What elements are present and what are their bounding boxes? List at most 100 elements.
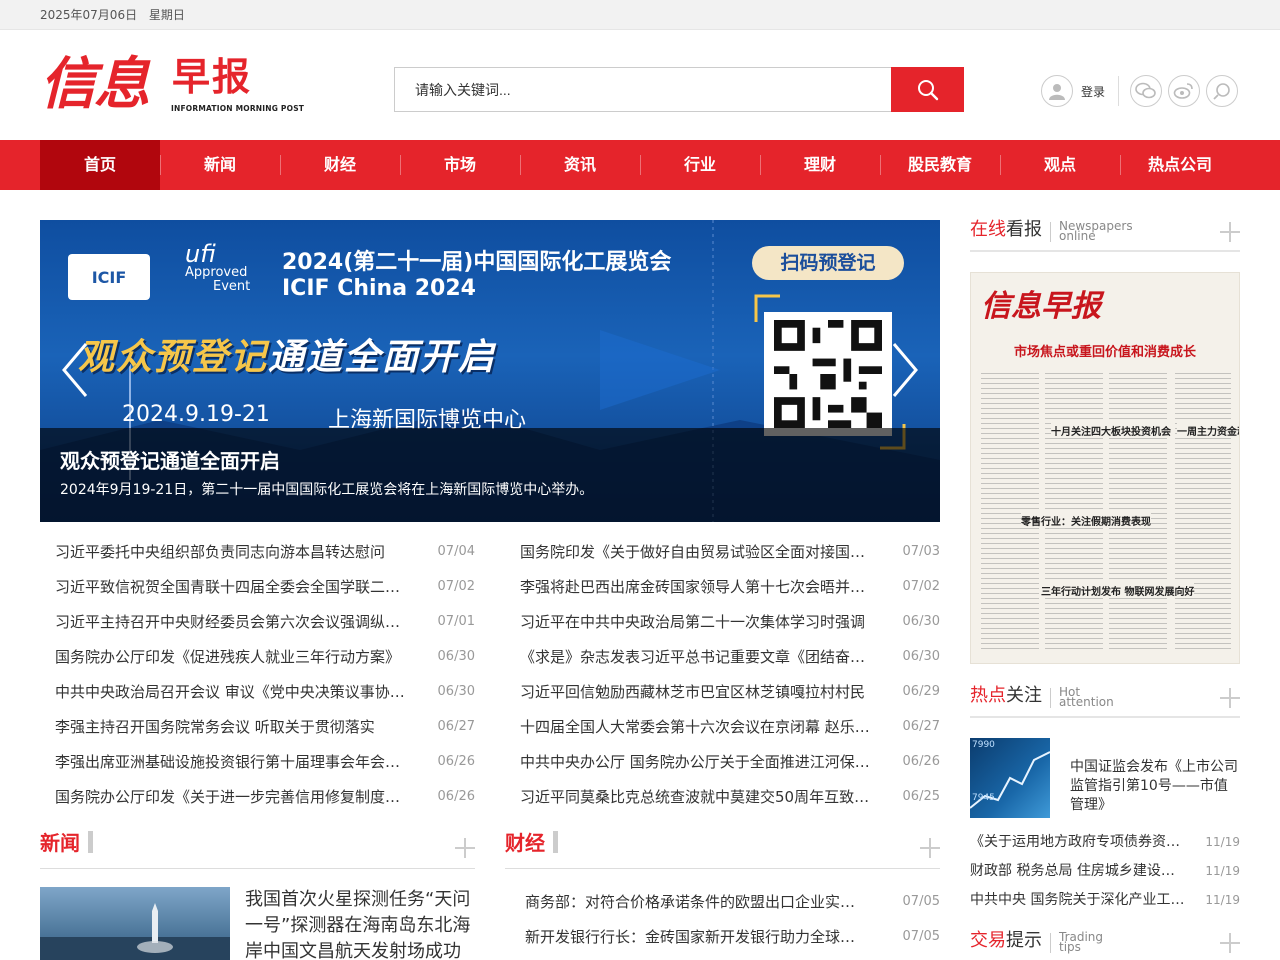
- finance-item-title[interactable]: 新开发银行行长：金砖国家新开发银行助力全球南方发展: [525, 922, 865, 957]
- banner-caption-title[interactable]: 观众预登记通道全面开启: [60, 448, 920, 474]
- headline-item[interactable]: 《求是》杂志发表习近平总书记重要文章《团结奋斗》 06/30: [505, 642, 940, 677]
- headline-item[interactable]: 李强出席亚洲基础设施投资银行第十届理事会年会开幕式 06/26: [40, 747, 475, 782]
- headline-item-date: 06/27: [902, 719, 940, 734]
- carousel-prev-arrow[interactable]: [60, 340, 90, 400]
- headline-item[interactable]: 国务院印发《关于做好自由贸易试验区全面对接国际高标准》 07/03: [505, 537, 940, 572]
- nav-item[interactable]: 行业: [640, 140, 760, 190]
- hot-feature-image[interactable]: 7990 7945: [970, 738, 1050, 818]
- nav-item[interactable]: 财经: [280, 140, 400, 190]
- paper-masthead: 信息早报: [981, 289, 1101, 324]
- headline-item-title[interactable]: 李强主持召开国务院常务会议 听取关于贯彻落实: [55, 712, 410, 747]
- headline-item[interactable]: 国务院办公厅印发《关于进一步完善信用修复制度的通知》 06/26: [40, 782, 475, 817]
- headline-item-title[interactable]: 习近平主持召开中央财经委员会第六次会议强调纵深推进: [55, 607, 410, 642]
- search-box: [394, 67, 964, 112]
- finance-item[interactable]: 新开发银行行长：金砖国家新开发银行助力全球南方发展 07/05: [505, 922, 940, 957]
- ufi-badge: ufi Approved Event: [185, 242, 250, 294]
- headline-item-title[interactable]: 《求是》杂志发表习近平总书记重要文章《团结奋斗》: [520, 642, 875, 677]
- headline-item-title[interactable]: 习近平委托中央组织部负责同志向游本昌转达慰问: [55, 537, 410, 572]
- finance-more-plus-icon[interactable]: [920, 838, 940, 858]
- headline-item-title[interactable]: 国务院办公厅印发《促进残疾人就业三年行动方案》: [55, 642, 410, 677]
- headline-item[interactable]: 习近平主持召开中央财经委员会第六次会议强调纵深推进 07/01: [40, 607, 475, 642]
- news-section-title[interactable]: 新闻: [40, 827, 80, 859]
- headline-item-title[interactable]: 国务院办公厅印发《关于进一步完善信用修复制度的通知》: [55, 782, 410, 817]
- headline-item-title[interactable]: 李强出席亚洲基础设施投资银行第十届理事会年会开幕式: [55, 747, 410, 782]
- headline-item[interactable]: 李强将赴巴西出席金砖国家领导人第十七次会晤并访问 07/02: [505, 572, 940, 607]
- headline-item-title[interactable]: 习近平在中共中央政治局第二十一次集体学习时强调: [520, 607, 875, 642]
- hot-item-title[interactable]: 《关于运用地方政府专项债券资金支持》: [970, 828, 1185, 857]
- hot-item-date: 11/19: [1205, 893, 1240, 907]
- icif-logo: ICIF: [68, 254, 150, 300]
- nav-item[interactable]: 首页: [40, 140, 160, 190]
- headline-item[interactable]: 李强主持召开国务院常务会议 听取关于贯彻落实 06/27: [40, 712, 475, 747]
- headline-item[interactable]: 习近平委托中央组织部负责同志向游本昌转达慰问 07/04: [40, 537, 475, 572]
- hot-image-label-2: 7945: [972, 793, 995, 803]
- news-feature-title[interactable]: 我国首次火星探测任务“天问一号”探测器在海南岛东北海岸中国文昌航天发射场成功: [245, 887, 475, 960]
- news-feature-image[interactable]: [40, 887, 230, 960]
- logo-english-text: INFORMATION MORNING POST: [171, 104, 305, 113]
- newspaper-thumbnail[interactable]: 信息早报 市场焦点或重回价值和消费成长 十月关注四大板块投资机会 零售行业：关注…: [970, 272, 1240, 664]
- nav-item[interactable]: 市场: [400, 140, 520, 190]
- headline-item-date: 07/02: [437, 579, 475, 594]
- ufi-word: ufi: [185, 240, 216, 268]
- finance-list: 商务部：对符合价格承诺条件的欧盟出口企业实施价格承诺07/05新开发银行行长：金…: [505, 887, 940, 957]
- hot-item[interactable]: 财政部 税务总局 住房城乡建设部关于促进房地产市场 11/19: [970, 857, 1240, 886]
- finance-item[interactable]: 商务部：对符合价格承诺条件的欧盟出口企业实施价格承诺 07/05: [505, 887, 940, 922]
- headline-item-title[interactable]: 习近平同莫桑比克总统查波就中莫建交50周年互致贺电: [520, 782, 875, 817]
- news-feature[interactable]: 我国首次火星探测任务“天问一号”探测器在海南岛东北海岸中国文昌航天发射场成功: [40, 887, 475, 960]
- hot-more-plus-icon[interactable]: [1220, 688, 1240, 708]
- hot-en: Hot attention: [1059, 686, 1114, 708]
- user-box: 登录: [1041, 75, 1239, 107]
- finance-section-title[interactable]: 财经: [505, 827, 545, 859]
- search-input[interactable]: [395, 68, 891, 111]
- headline-item[interactable]: 习近平在中共中央政治局第二十一次集体学习时强调 06/30: [505, 607, 940, 642]
- headline-item-title[interactable]: 习近平回信勉励西藏林芝市巴宜区林芝镇嘎拉村村民: [520, 677, 875, 712]
- nav-item[interactable]: 观点: [1000, 140, 1120, 190]
- headline-item[interactable]: 习近平同莫桑比克总统查波就中莫建交50周年互致贺电 06/25: [505, 782, 940, 817]
- hot-feature-title[interactable]: 中国证监会发布《上市公司监管指引第10号——市值管理》: [1070, 738, 1240, 818]
- nav-item[interactable]: 热点公司: [1120, 140, 1240, 190]
- wechat-icon[interactable]: [1130, 75, 1163, 107]
- online-paper-title: 在线看报: [970, 220, 1042, 240]
- trade-more-plus-icon[interactable]: [1220, 933, 1240, 953]
- headline-item[interactable]: 习近平回信勉励西藏林芝市巴宜区林芝镇嘎拉村村民 06/29: [505, 677, 940, 712]
- headline-item-title[interactable]: 习近平致信祝贺全国青联十四届全委会全国学联二十八大: [55, 572, 410, 607]
- login-link[interactable]: 登录: [1081, 83, 1105, 100]
- site-logo[interactable]: 信息 早报 INFORMATION MORNING POST: [40, 54, 304, 120]
- carousel-next-arrow[interactable]: [890, 340, 920, 400]
- headline-item-title[interactable]: 中共中央办公厅 国务院办公厅关于全面推进江河保护治理: [520, 747, 875, 782]
- headline-item-date: 06/25: [902, 789, 940, 804]
- hot-item[interactable]: 中共中央 国务院关于深化产业工人队伍建设改革 11/19: [970, 886, 1240, 915]
- headline-item[interactable]: 习近平致信祝贺全国青联十四届全委会全国学联二十八大 07/02: [40, 572, 475, 607]
- headline-item-title[interactable]: 中共中央政治局召开会议 审议《党中央决策议事协调机构》: [55, 677, 410, 712]
- headline-item[interactable]: 中共中央办公厅 国务院办公厅关于全面推进江河保护治理 06/26: [505, 747, 940, 782]
- headline-item-title[interactable]: 十四届全国人大常委会第十六次会议在京闭幕 赵乐际主持: [520, 712, 875, 747]
- online-more-plus-icon[interactable]: [1220, 222, 1240, 242]
- hot-item-title[interactable]: 财政部 税务总局 住房城乡建设部关于促进房地产市场: [970, 857, 1185, 886]
- divider: [1050, 688, 1051, 708]
- headline-item-title[interactable]: 国务院印发《关于做好自由贸易试验区全面对接国际高标准》: [520, 537, 875, 572]
- finance-item-title[interactable]: 商务部：对符合价格承诺条件的欧盟出口企业实施价格承诺: [525, 887, 865, 922]
- nav-item[interactable]: 新闻: [160, 140, 280, 190]
- search-button[interactable]: [891, 67, 964, 112]
- hot-item[interactable]: 《关于运用地方政府专项债券资金支持》 11/19: [970, 828, 1240, 857]
- headline-item-date: 06/29: [902, 684, 940, 699]
- headline-list-right: 国务院印发《关于做好自由贸易试验区全面对接国际高标准》 07/03 李强将赴巴西出席…: [505, 537, 940, 817]
- hot-feature[interactable]: 7990 7945 中国证监会发布《上市公司监管指引第10号——市值管理》: [970, 738, 1240, 818]
- headline-item-title[interactable]: 李强将赴巴西出席金砖国家领导人第十七次会晤并访问: [520, 572, 875, 607]
- nav-item[interactable]: 理财: [760, 140, 880, 190]
- headline-item[interactable]: 中共中央政治局召开会议 审议《党中央决策议事协调机构》 06/30: [40, 677, 475, 712]
- paper-subhead-3: 三年行动计划发布 物联网发展向好: [1041, 583, 1195, 598]
- user-icon[interactable]: [1041, 75, 1073, 107]
- news-more-plus-icon[interactable]: [455, 838, 475, 858]
- nav-item[interactable]: 资讯: [520, 140, 640, 190]
- app-icon[interactable]: [1206, 75, 1239, 107]
- nav-item[interactable]: 股民教育: [880, 140, 1000, 190]
- headline-item[interactable]: 十四届全国人大常委会第十六次会议在京闭幕 赵乐际主持 06/27: [505, 712, 940, 747]
- headline-item-date: 06/30: [902, 649, 940, 664]
- banner-carousel[interactable]: ICIF ufi Approved Event 2024(第二十一届)中国国际化…: [40, 220, 940, 522]
- weibo-icon[interactable]: [1168, 75, 1201, 107]
- hot-item-title[interactable]: 中共中央 国务院关于深化产业工人队伍建设改革: [970, 886, 1185, 915]
- section-row: 新闻 我国首次火星探测任务“天问一号”探测器在海南岛东北海岸中国文昌航天发射场成…: [40, 827, 940, 960]
- headline-item[interactable]: 国务院办公厅印发《促进残疾人就业三年行动方案》 06/30: [40, 642, 475, 677]
- ufi-approved: Approved: [185, 265, 248, 280]
